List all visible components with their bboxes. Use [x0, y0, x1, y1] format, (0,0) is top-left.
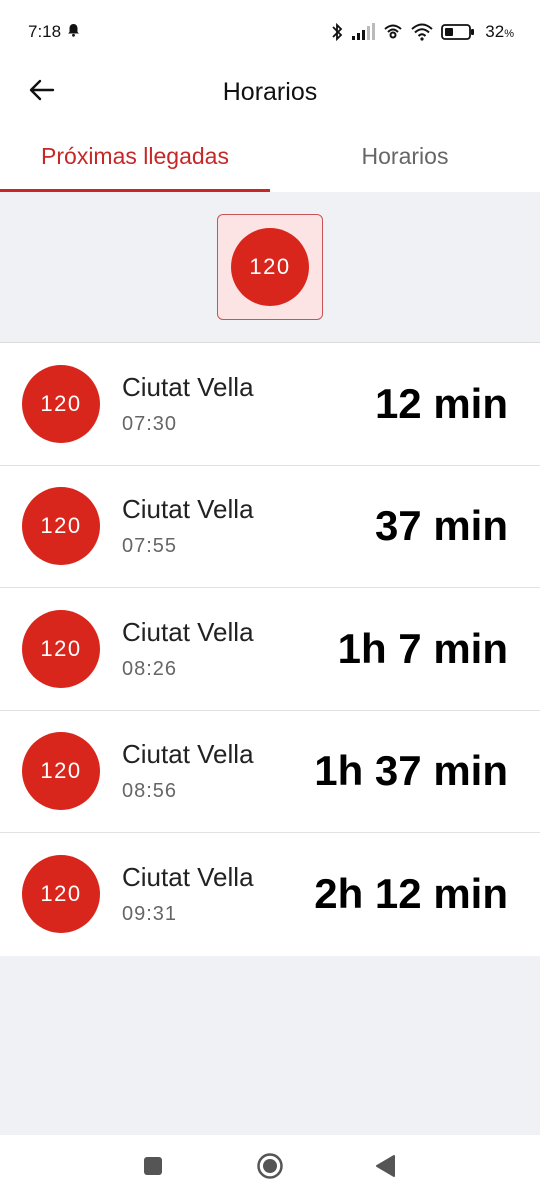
- line-badge: 120: [22, 855, 100, 934]
- tab-bar: Próximas llegadas Horarios: [0, 120, 540, 192]
- arrival-time: 09:31: [122, 903, 178, 926]
- arrival-eta: 1h 37 min: [314, 747, 508, 795]
- arrival-info: Ciutat Vella 09:31: [122, 862, 254, 926]
- arrival-eta: 37 min: [374, 502, 508, 550]
- triangle-icon: [374, 1154, 396, 1183]
- line-badge: 120: [22, 364, 100, 443]
- arrival-row[interactable]: 120 Ciutat Vella 08:56 1h 37 min: [0, 711, 540, 833]
- line-badge: 120: [231, 228, 309, 306]
- wifi-icon: [411, 23, 433, 41]
- status-right: 32%: [331, 22, 514, 42]
- line-badge: 120: [22, 732, 100, 811]
- bell-icon: [67, 22, 80, 42]
- recents-button[interactable]: [138, 1153, 168, 1183]
- status-left: 7:18: [28, 22, 80, 42]
- arrival-destination: Ciutat Vella: [122, 739, 254, 770]
- back-button[interactable]: [22, 72, 62, 112]
- arrival-eta: 1h 7 min: [337, 624, 508, 672]
- arrival-destination: Ciutat Vella: [122, 616, 254, 647]
- line-filter-strip: 120: [0, 192, 540, 342]
- battery-level: 32%: [485, 22, 514, 42]
- app-bar: Horarios: [0, 64, 540, 120]
- arrivals-list: 120 Ciutat Vella 07:30 12 min 120 Ciutat…: [0, 342, 540, 956]
- arrival-info: Ciutat Vella 07:30: [122, 372, 254, 436]
- line-badge: 120: [22, 487, 100, 566]
- battery-percent: 32: [485, 22, 505, 41]
- arrival-time: 08:26: [122, 657, 178, 680]
- arrival-row[interactable]: 120 Ciutat Vella 07:30 12 min: [0, 343, 540, 466]
- arrival-row[interactable]: 120 Ciutat Vella 07:55 37 min: [0, 466, 540, 588]
- page-title: Horarios: [222, 77, 318, 106]
- square-icon: [143, 1156, 163, 1181]
- system-nav-bar: [0, 1135, 540, 1200]
- arrival-row[interactable]: 120 Ciutat Vella 09:31 2h 12 min: [0, 833, 540, 956]
- arrival-time: 07:55: [122, 535, 178, 558]
- line-badge: 120: [22, 609, 100, 688]
- arrival-info: Ciutat Vella 08:56: [122, 739, 254, 803]
- arrival-destination: Ciutat Vella: [122, 862, 254, 893]
- hotspot-icon: [383, 23, 403, 41]
- bluetooth-icon: [331, 22, 343, 42]
- signal-icon: [351, 23, 376, 41]
- arrival-time: 08:56: [122, 780, 178, 803]
- arrival-eta: 2h 12 min: [314, 870, 508, 918]
- arrival-row[interactable]: 120 Ciutat Vella 08:26 1h 7 min: [0, 588, 540, 711]
- arrival-time: 07:30: [122, 412, 178, 435]
- arrival-destination: Ciutat Vella: [122, 371, 254, 402]
- arrival-info: Ciutat Vella 07:55: [122, 494, 254, 558]
- nav-back-button[interactable]: [370, 1153, 400, 1183]
- battery-icon: [441, 23, 475, 41]
- status-time: 7:18: [28, 22, 62, 41]
- status-bar: 7:18 32%: [0, 0, 540, 64]
- arrow-left-icon: [29, 79, 55, 106]
- circle-icon: [256, 1152, 284, 1185]
- arrival-info: Ciutat Vella 08:26: [122, 617, 254, 681]
- arrival-destination: Ciutat Vella: [122, 494, 254, 525]
- battery-unit: %: [504, 28, 514, 40]
- line-filter-chip[interactable]: 120: [217, 214, 323, 320]
- tab-horarios[interactable]: Horarios: [270, 120, 540, 192]
- arrival-eta: 12 min: [374, 379, 508, 427]
- tab-proximas-llegadas[interactable]: Próximas llegadas: [0, 120, 270, 192]
- home-button[interactable]: [255, 1152, 285, 1185]
